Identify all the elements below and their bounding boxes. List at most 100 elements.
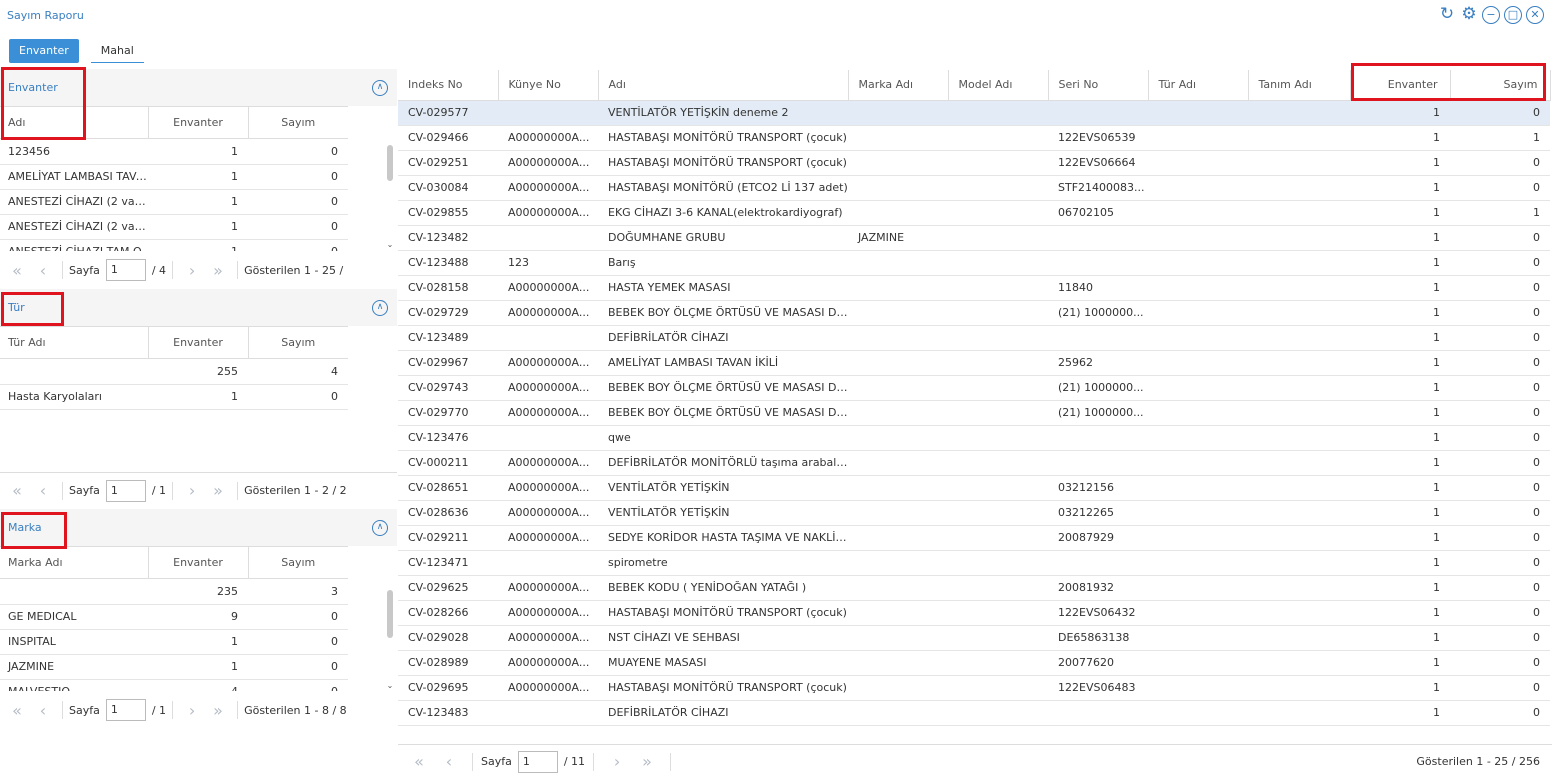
column-header[interactable]: Model Adı — [948, 70, 1049, 101]
column-header[interactable]: Künye No — [498, 70, 599, 101]
table-row[interactable]: CV-029967 A00000000A... AMELİYAT LAMBASI T… — [398, 350, 1550, 376]
column-header[interactable]: Envanter — [148, 106, 249, 139]
column-header[interactable]: Sayım — [248, 546, 348, 579]
table-row[interactable]: CV-123471 spirometre 1 0 — [398, 550, 1550, 576]
table-row[interactable]: CV-030084 A00000000A... HASTABAŞI MONİTÖRÜ… — [398, 175, 1550, 201]
column-header[interactable]: Marka Adı — [0, 546, 149, 579]
table-row[interactable]: CV-029466 A00000000A... HASTABAŞI MONİTÖRÜ… — [398, 125, 1550, 151]
table-row[interactable]: CV-028989 A00000000A... MUAYENE MASASI 2007… — [398, 650, 1550, 676]
column-header[interactable]: Marka Adı — [848, 70, 949, 101]
first-page-icon[interactable]: « — [404, 752, 434, 771]
table-cell — [948, 675, 1048, 701]
table-row[interactable]: Hasta Karyolaları 1 0 — [0, 384, 348, 410]
prev-page-icon[interactable]: ‹ — [30, 261, 56, 280]
first-page-icon[interactable]: « — [4, 481, 30, 500]
last-page-icon[interactable]: » — [205, 701, 231, 720]
scrollbar-thumb[interactable] — [387, 590, 393, 638]
column-header[interactable]: Sayım — [1450, 70, 1551, 101]
table-row[interactable]: CV-029577 VENTİLATÖR YETİŞKİN deneme 2 10 — [398, 100, 1550, 126]
column-header[interactable]: Envanter — [148, 546, 249, 579]
scroll-down-icon[interactable]: ⌄ — [386, 681, 394, 690]
page-input[interactable]: 1 — [517, 750, 558, 773]
chevron-up-icon[interactable]: ∧ — [372, 80, 388, 96]
table-row[interactable]: CV-028651 A00000000A... VENTİLATÖR YETİŞKİ… — [398, 475, 1550, 501]
column-header[interactable]: Tür Adı — [1148, 70, 1249, 101]
table-row[interactable]: ANESTEZİ CİHAZI (2 vaporizatörlü)10 — [0, 214, 348, 240]
table-row[interactable]: CV-123489 DEFİBRİLATÖR CİHAZI 1 0 — [398, 325, 1550, 351]
column-header[interactable]: Tanım Adı — [1248, 70, 1351, 101]
column-header[interactable]: Adı — [0, 106, 149, 139]
table-row[interactable]: CV-123482 DOĞUMHANE GRUBU JAZMINE 1 0 — [398, 225, 1550, 251]
table-row[interactable]: CV-029743 A00000000A... BEBEK BOY ÖLÇME ÖR… — [398, 375, 1550, 401]
table-row[interactable]: JAZMINE 1 0 — [0, 654, 348, 680]
table-row[interactable]: CV-123488 123 Barış 1 0 — [398, 250, 1550, 276]
marka-table-body[interactable]: 2353GE MEDICAL90INSPITAL10JAZMINE10MALVE… — [0, 579, 397, 691]
table-row[interactable]: 123456 1 0 — [0, 139, 348, 165]
prev-page-icon[interactable]: ‹ — [30, 701, 56, 720]
last-page-icon[interactable]: » — [205, 481, 231, 500]
page-input[interactable]: 1 — [105, 259, 146, 281]
column-header[interactable]: Sayım — [248, 106, 348, 139]
table-row[interactable]: CV-000211 A00000000A... DEFİBRİLATÖR MONİT… — [398, 450, 1550, 476]
scrollbar[interactable]: ⌄ — [386, 578, 394, 690]
total-pages: / 11 — [563, 755, 586, 768]
table-row[interactable]: MALVESTIO40 — [0, 679, 348, 691]
last-page-icon[interactable]: » — [632, 752, 662, 771]
prev-page-icon[interactable]: ‹ — [434, 752, 464, 771]
table-row[interactable]: ANESTEZİ CİHAZI (2 vaporizatörlü)10 — [0, 189, 348, 215]
table-row[interactable]: CV-123483 DEFİBRİLATÖR CİHAZI 1 0 — [398, 700, 1550, 726]
first-page-icon[interactable]: « — [4, 701, 30, 720]
scrollbar-thumb[interactable] — [387, 145, 393, 181]
table-row[interactable]: CV-028636 A00000000A... VENTİLATÖR YETİŞKİ… — [398, 500, 1550, 526]
minimize-icon[interactable]: − — [1482, 6, 1500, 24]
chevron-up-icon[interactable]: ∧ — [372, 520, 388, 536]
tab-mahal[interactable]: Mahal — [90, 39, 144, 63]
column-header[interactable]: Adı — [598, 70, 849, 101]
scrollbar[interactable]: ⌄ — [386, 137, 394, 249]
table-row[interactable]: AMELİYAT LAMBASI TAVAN İKİLİ10 — [0, 164, 348, 190]
next-page-icon[interactable]: › — [602, 752, 632, 771]
table-row[interactable]: CV-029770 A00000000A... BEBEK BOY ÖLÇME ÖR… — [398, 400, 1550, 426]
close-icon[interactable]: ✕ — [1526, 6, 1544, 24]
maximize-icon[interactable]: □ — [1504, 6, 1522, 24]
table-row[interactable]: 255 4 — [0, 359, 348, 385]
table-row[interactable]: 235 3 — [0, 579, 348, 605]
tab-envanter[interactable]: Envanter — [9, 39, 79, 63]
table-cell — [498, 550, 598, 576]
table-row[interactable]: CV-029625 A00000000A... BEBEK KODU ( YENİD… — [398, 575, 1550, 601]
scroll-down-icon[interactable]: ⌄ — [386, 240, 394, 249]
table-row[interactable]: CV-028266 A00000000A... HASTABAŞI MONİTÖRÜ… — [398, 600, 1550, 626]
table-row[interactable]: CV-029211 A00000000A... SEDYE KORİDOR HAST… — [398, 525, 1550, 551]
page-input[interactable]: 1 — [105, 699, 146, 721]
table-row[interactable]: CV-029855 A00000000A... EKG CİHAZI 3-6 KAN… — [398, 200, 1550, 226]
table-row[interactable]: CV-029695 A00000000A... HASTABAŞI MONİTÖRÜ… — [398, 675, 1550, 701]
first-page-icon[interactable]: « — [4, 261, 30, 280]
table-row[interactable]: ANESTEZİ CİHAZI TAM O10 — [0, 239, 348, 251]
next-page-icon[interactable]: › — [179, 701, 205, 720]
last-page-icon[interactable]: » — [205, 261, 231, 280]
column-header[interactable]: Indeks No — [398, 70, 499, 101]
table-row[interactable]: CV-028158 A00000000A... HASTA YEMEK MASASI… — [398, 275, 1550, 301]
column-header[interactable]: Envanter — [1350, 70, 1451, 101]
column-header[interactable]: Sayım — [248, 326, 348, 359]
table-row[interactable]: INSPITAL 1 0 — [0, 629, 348, 655]
next-page-icon[interactable]: › — [179, 261, 205, 280]
table-row[interactable]: GE MEDICAL 9 0 — [0, 604, 348, 630]
page-input[interactable]: 1 — [105, 479, 146, 502]
table-cell: A00000000A... — [498, 375, 598, 401]
tur-table-body[interactable]: 255 4 Hasta Karyolaları 1 0 — [0, 359, 397, 471]
column-header[interactable]: Tür Adı — [0, 326, 149, 359]
table-cell — [1248, 575, 1350, 601]
table-row[interactable]: CV-029251 A00000000A... HASTABAŞI MONİTÖRÜ… — [398, 150, 1550, 176]
next-page-icon[interactable]: › — [179, 481, 205, 500]
table-row[interactable]: CV-029729 A00000000A... BEBEK BOY ÖLÇME ÖR… — [398, 300, 1550, 326]
gear-icon[interactable]: ⚙ — [1460, 6, 1478, 24]
column-header[interactable]: Seri No — [1048, 70, 1149, 101]
refresh-icon[interactable]: ↻ — [1438, 6, 1456, 24]
column-header[interactable]: Envanter — [148, 326, 249, 359]
table-row[interactable]: CV-123476 qwe 1 0 — [398, 425, 1550, 451]
chevron-up-icon[interactable]: ∧ — [372, 300, 388, 316]
prev-page-icon[interactable]: ‹ — [30, 481, 56, 500]
envanter-table-body[interactable]: 12345610AMELİYAT LAMBASI TAVAN İKİLİ10AN… — [0, 139, 397, 251]
table-row[interactable]: CV-029028 A00000000A... NST CİHAZI VE SEHB… — [398, 625, 1550, 651]
